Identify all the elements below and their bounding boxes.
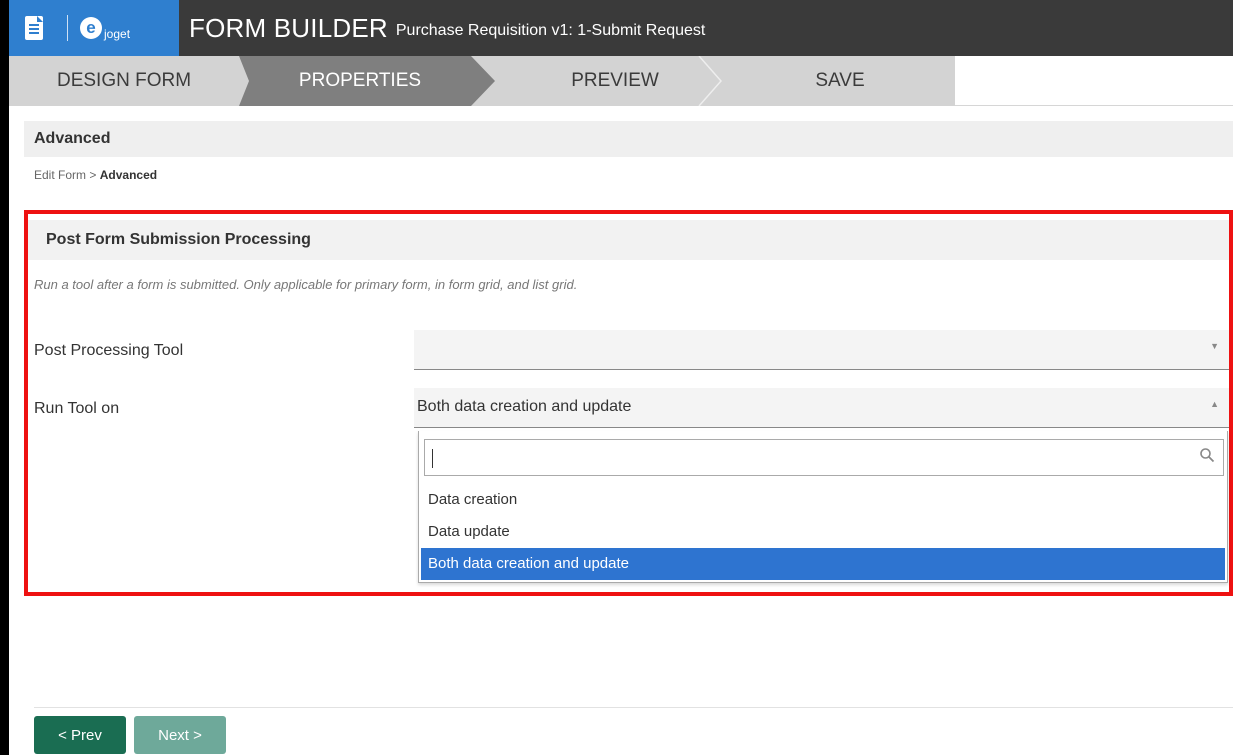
chevron-down-icon: ▼ — [1210, 341, 1219, 351]
breadcrumb: Edit Form > Advanced — [34, 168, 157, 182]
dropdown-search-input[interactable] — [424, 439, 1224, 476]
footer-divider — [34, 707, 1233, 708]
logo-divider — [67, 15, 68, 41]
search-icon — [1200, 448, 1215, 463]
run-tool-label: Run Tool on — [34, 400, 120, 417]
breadcrumb-current: Advanced — [99, 168, 158, 182]
breadcrumb-separator: > — [89, 168, 97, 182]
run-tool-dropdown: Data creation Data update Both data crea… — [418, 431, 1228, 583]
breadcrumb-parent[interactable]: Edit Form — [34, 168, 86, 182]
option-both-selected[interactable]: Both data creation and update — [421, 548, 1225, 580]
panel-title: Post Form Submission Processing — [28, 220, 1229, 260]
run-tool-value: Both data creation and update — [417, 398, 632, 415]
post-processing-label: Post Processing Tool — [34, 342, 184, 359]
chevron-up-icon: ▲ — [1210, 399, 1219, 409]
tab-label: SAVE — [815, 70, 865, 91]
logo-text: joget — [104, 27, 131, 41]
tab-label: PROPERTIES — [298, 70, 422, 91]
tab-label: DESIGN FORM — [56, 70, 192, 91]
tab-preview[interactable]: PREVIEW — [505, 56, 725, 106]
tab-label: PREVIEW — [571, 70, 659, 91]
prev-button[interactable]: < Prev — [34, 716, 126, 754]
app-title: FORM BUILDER — [189, 12, 388, 43]
form-subtitle: Purchase Requisition v1: 1-Submit Reques… — [395, 22, 706, 39]
option-data-update[interactable]: Data update — [421, 516, 1225, 548]
wizard-steps: DESIGN FORM PROPERTIES PREVIEW SAVE — [9, 56, 1233, 106]
tab-design-form[interactable]: DESIGN FORM — [9, 56, 239, 106]
joget-logo[interactable]: e joget — [59, 0, 179, 56]
header-bar: e joget FORM BUILDER Purchase Requisitio… — [9, 0, 1233, 56]
form-doc-icon[interactable] — [9, 0, 59, 56]
text-cursor — [432, 449, 433, 468]
document-icon — [25, 16, 43, 40]
joget-e-icon: e — [80, 17, 102, 39]
highlight-box: Post Form Submission Processing Run a to… — [24, 210, 1233, 596]
run-tool-select[interactable]: Both data creation and update ▲ — [414, 388, 1229, 428]
next-button[interactable]: Next > — [134, 716, 226, 754]
step-chevron — [698, 56, 722, 106]
tab-save[interactable]: SAVE — [725, 56, 955, 106]
tab-properties[interactable]: PROPERTIES — [249, 56, 471, 106]
step-chevron — [471, 56, 495, 106]
option-data-creation[interactable]: Data creation — [421, 484, 1225, 516]
post-processing-select[interactable]: ▼ — [414, 330, 1229, 370]
section-title: Advanced — [24, 121, 1233, 157]
panel-description: Run a tool after a form is submitted. On… — [34, 277, 578, 292]
